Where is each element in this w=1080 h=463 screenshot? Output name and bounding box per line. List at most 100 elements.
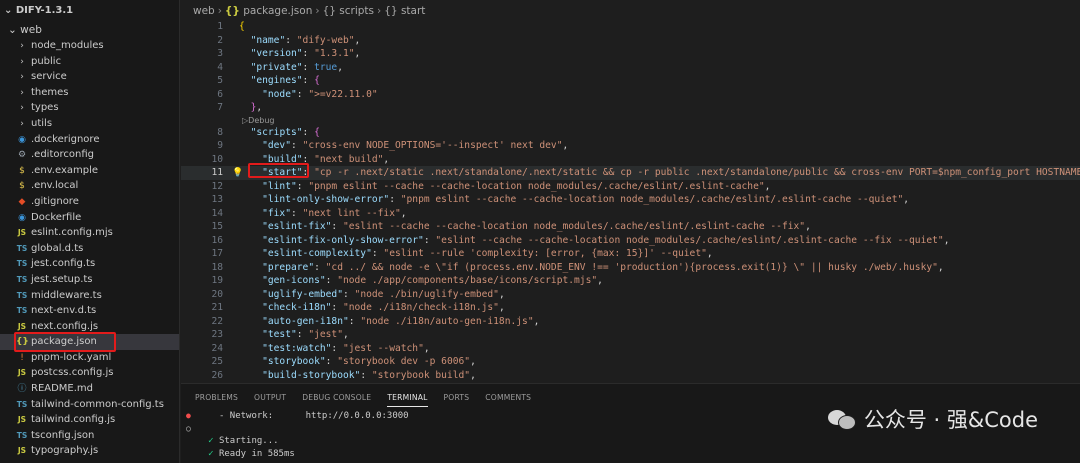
lightbulb-icon[interactable]: 💡 bbox=[232, 167, 243, 181]
code-token: "cp -r .next/static .next/standalone/.ne… bbox=[314, 167, 1080, 178]
breadcrumb-separator-icon: › bbox=[217, 5, 222, 17]
tree-file[interactable]: TS jest.config.ts bbox=[0, 256, 179, 272]
code-line: 6 "node": ">=v22.11.0" bbox=[181, 88, 1080, 102]
tree-item-label: typography.js bbox=[31, 445, 99, 457]
code-token: : bbox=[291, 207, 303, 219]
tree-folder[interactable]: › utils bbox=[0, 116, 179, 132]
ts-file-icon: TS bbox=[16, 399, 28, 409]
breadcrumb-start[interactable]: start bbox=[401, 5, 425, 17]
code-line: 23 "test": "jest", bbox=[181, 328, 1080, 342]
tree-file[interactable]: ◉ Dockerfile bbox=[0, 210, 179, 226]
line-number: 16 bbox=[211, 234, 223, 246]
code-token: , bbox=[706, 248, 713, 259]
explorer-project-title[interactable]: ⌄ DIFY-1.3.1 bbox=[0, 0, 179, 22]
error-dot-icon: ● bbox=[186, 411, 191, 420]
tree-item-label: themes bbox=[31, 86, 69, 98]
tree-file[interactable]: TS middleware.ts bbox=[0, 288, 179, 304]
chevron-right-icon: › bbox=[20, 72, 24, 83]
tree-file[interactable]: JS eslint.config.mjs bbox=[0, 225, 179, 241]
tree-file[interactable]: TS jest.setup.ts bbox=[0, 272, 179, 288]
tab-problems[interactable]: PROBLEMS bbox=[195, 388, 238, 406]
tree-folder[interactable]: › themes bbox=[0, 85, 179, 101]
code-token: : bbox=[302, 126, 315, 138]
code-token: : bbox=[302, 61, 315, 73]
wechat-logo-icon bbox=[827, 408, 856, 430]
tab-comments[interactable]: COMMENTS bbox=[485, 388, 531, 406]
tree-file[interactable]: ⚙ .editorconfig bbox=[0, 147, 179, 163]
tree-file[interactable]: TS tailwind-common-config.ts bbox=[0, 397, 179, 413]
tab-output[interactable]: OUTPUT bbox=[254, 388, 286, 406]
highlight-box-start-script bbox=[248, 163, 309, 178]
tree-item-label: .editorconfig bbox=[31, 149, 94, 161]
code-line: 16 "eslint-fix-only-show-error": "eslint… bbox=[181, 234, 1080, 248]
tab-terminal[interactable]: TERMINAL bbox=[387, 388, 428, 407]
tree-file[interactable]: TS global.d.ts bbox=[0, 241, 179, 257]
line-number: 8 bbox=[217, 126, 223, 138]
code-token: "test" bbox=[262, 329, 297, 340]
terminal-network-url[interactable]: http://0.0.0.0:3000 bbox=[306, 411, 409, 421]
code-token: , bbox=[943, 234, 950, 246]
breadcrumb-package-json[interactable]: package.json bbox=[243, 5, 312, 17]
tree-file[interactable]: ◆ .gitignore bbox=[0, 194, 179, 210]
code-area[interactable]: 1{2 "name": "dify-web", 3 "version": "1.3… bbox=[181, 20, 1080, 382]
breadcrumb-scripts[interactable]: scripts bbox=[339, 5, 374, 17]
line-number: 21 bbox=[211, 302, 223, 313]
code-line: 3 "version": "1.3.1", bbox=[181, 47, 1080, 61]
chevron-right-icon: › bbox=[20, 118, 24, 129]
chevron-right-icon: › bbox=[20, 103, 24, 114]
line-number: 4 bbox=[217, 61, 223, 73]
tree-file[interactable]: TS next-env.d.ts bbox=[0, 303, 179, 319]
code-token: "version" bbox=[250, 48, 303, 59]
code-token: "node ./app/components/base/icons/script… bbox=[337, 275, 598, 286]
code-line: 2 "name": "dify-web", bbox=[181, 34, 1080, 48]
line-number: 25 bbox=[211, 356, 223, 367]
code-token: : bbox=[331, 302, 343, 313]
line-number: 18 bbox=[211, 261, 223, 273]
tree-file[interactable]: JS postcss.config.js bbox=[0, 365, 179, 381]
ts-file-icon: TS bbox=[16, 243, 28, 253]
tree-item-label: next.config.js bbox=[31, 320, 99, 332]
tree-file[interactable]: $ .env.local bbox=[0, 178, 179, 194]
tree-file[interactable]: ! pnpm-lock.yaml bbox=[0, 350, 179, 366]
line-number: 7 bbox=[217, 102, 223, 113]
tree-folder[interactable]: › public bbox=[0, 54, 179, 70]
line-number: 13 bbox=[211, 194, 223, 205]
tree-folder[interactable]: › node_modules bbox=[0, 38, 179, 54]
line-number: 9 bbox=[217, 140, 223, 151]
code-token: "eslint-fix" bbox=[262, 221, 332, 232]
code-token: : bbox=[291, 140, 303, 151]
tree-file[interactable]: JS tailwind.config.js bbox=[0, 412, 179, 428]
code-token: "private" bbox=[250, 61, 303, 73]
code-token: : bbox=[296, 329, 309, 340]
code-line: 11 💡 "start": "cp -r .next/static .next/s… bbox=[181, 166, 1080, 180]
code-token: "storybook dev -p 6006" bbox=[337, 356, 471, 367]
tree-file[interactable]: ⓘ README.md bbox=[0, 381, 179, 397]
tab-ports[interactable]: PORTS bbox=[444, 388, 470, 406]
docker-icon: ◉ bbox=[18, 134, 26, 145]
tree-file[interactable]: ◉ .dockerignore bbox=[0, 132, 179, 148]
code-token: , bbox=[498, 302, 505, 313]
breadcrumb-web[interactable]: web bbox=[193, 5, 215, 17]
line-number: 20 bbox=[211, 288, 223, 300]
tab-debug-console[interactable]: DEBUG CONSOLE bbox=[302, 388, 371, 406]
tree-file[interactable]: TS tsconfig.json bbox=[0, 428, 179, 444]
tree-folder[interactable]: › service bbox=[0, 69, 179, 85]
code-token: "prepare" bbox=[262, 261, 315, 273]
explorer-root-folder[interactable]: ⌄ web bbox=[0, 22, 179, 38]
line-number: 2 bbox=[217, 34, 223, 46]
tree-item-label: public bbox=[31, 55, 62, 67]
code-token: "node ./i18n/check-i18n.js" bbox=[342, 302, 499, 313]
tree-file[interactable]: JS typography.js bbox=[0, 443, 179, 459]
debug-codelens[interactable]: ▷Debug bbox=[181, 115, 1080, 126]
code-line: 5 "engines": { bbox=[181, 74, 1080, 88]
tree-folder[interactable]: › types bbox=[0, 100, 179, 116]
line-number: 6 bbox=[217, 88, 223, 100]
code-line: 14 "fix": "next lint --fix", bbox=[181, 207, 1080, 221]
code-token: : bbox=[342, 288, 355, 300]
code-token: : bbox=[285, 34, 297, 46]
code-token: , bbox=[354, 34, 361, 46]
tree-file[interactable]: $ .env.example bbox=[0, 163, 179, 179]
